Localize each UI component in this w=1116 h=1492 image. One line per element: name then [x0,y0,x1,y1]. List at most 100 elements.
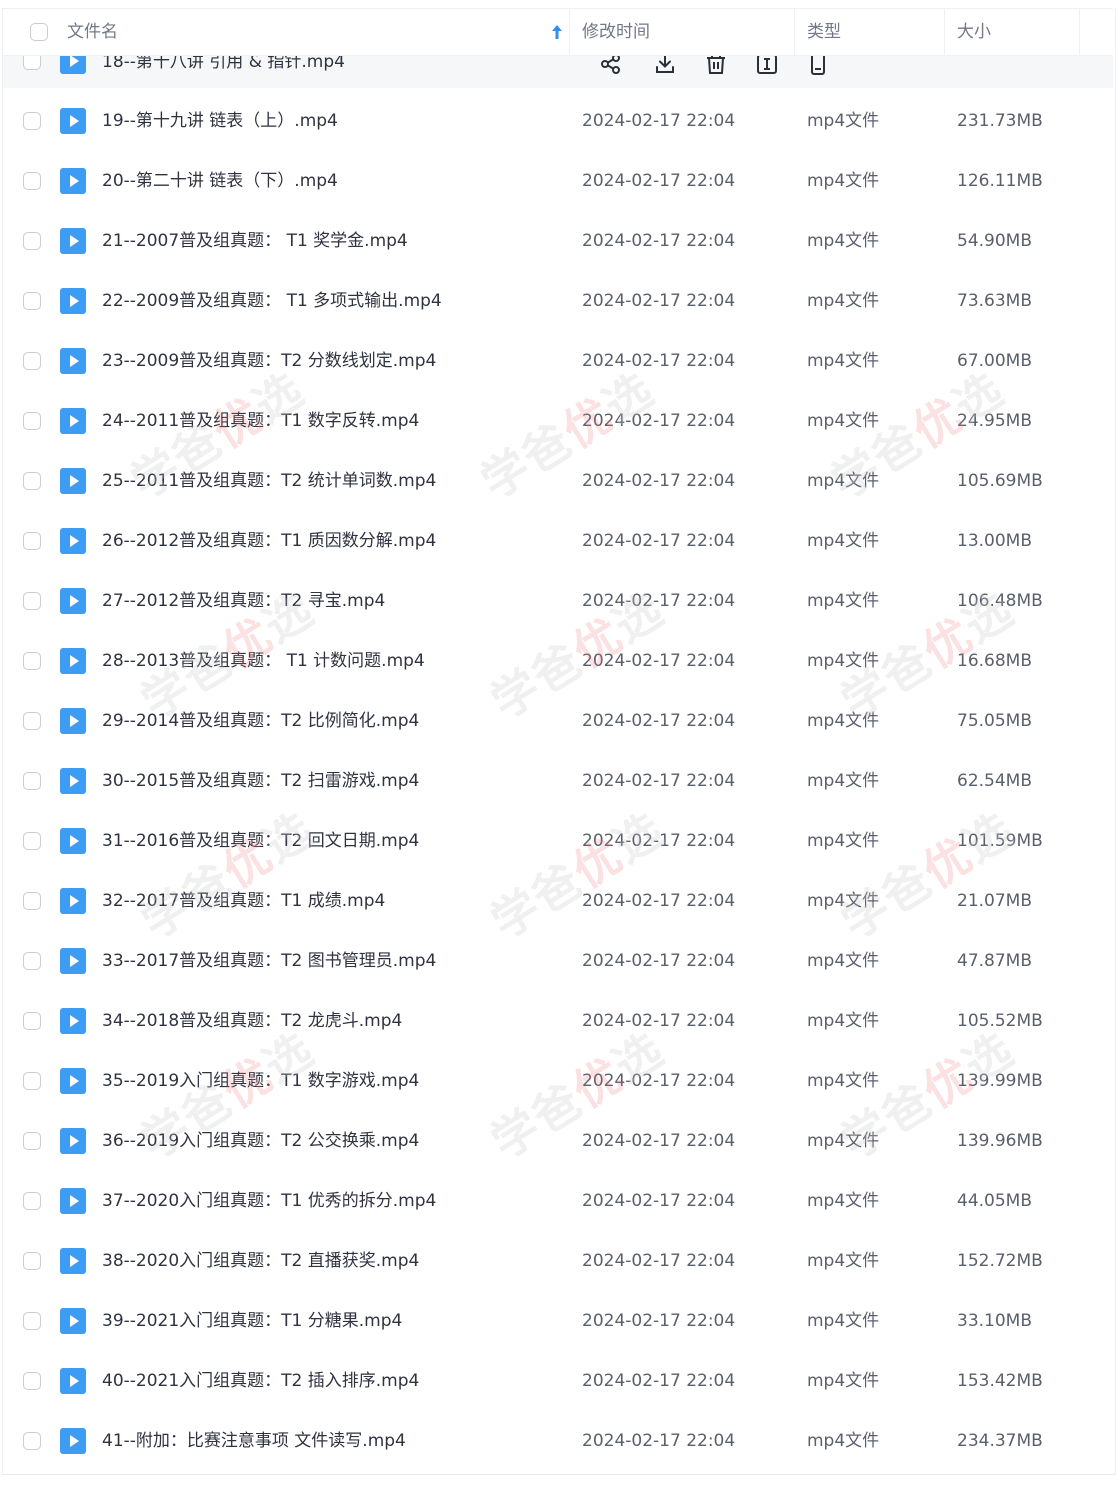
file-name[interactable]: 29--2014普及组真题：T2 比例简化.mp4 [102,691,419,751]
file-name[interactable]: 34--2018普及组真题：T2 龙虎斗.mp4 [102,991,402,1051]
column-divider[interactable] [1079,9,1080,55]
column-divider[interactable] [944,9,945,55]
file-name[interactable]: 36--2019入门组真题：T2 公交换乘.mp4 [102,1111,419,1171]
select-all-checkbox[interactable] [30,23,48,41]
table-row[interactable]: 25--2011普及组真题：T2 统计单词数.mp4 2024-02-17 22:… [3,451,1113,511]
table-row[interactable]: 38--2020入门组真题：T2 直播获奖.mp4 2024-02-17 22:0… [3,1231,1113,1291]
table-row[interactable]: 41--附加：比赛注意事项 文件读写.mp4 2024-02-17 22:04 mp… [3,1411,1113,1471]
file-size: 139.96MB [957,1131,1043,1151]
row-checkbox[interactable] [23,712,41,730]
column-header-time[interactable]: 修改时间 [582,9,650,55]
file-type: mp4文件 [807,831,880,851]
row-checkbox[interactable] [23,1312,41,1330]
file-name[interactable]: 25--2011普及组真题：T2 统计单词数.mp4 [102,451,436,511]
video-file-icon [60,288,86,314]
file-size: 73.63MB [957,291,1032,311]
row-checkbox[interactable] [23,832,41,850]
row-checkbox[interactable] [23,652,41,670]
table-row[interactable]: 27--2012普及组真题：T2 寻宝.mp4 2024-02-17 22:04 m… [3,571,1113,631]
table-row[interactable]: 19--第十九讲 链表（上）.mp4 2024-02-17 22:04 mp4文件 2… [3,91,1113,151]
video-file-icon [60,1368,86,1394]
modified-time: 2024-02-17 22:04 [582,1371,736,1391]
table-row[interactable]: 30--2015普及组真题：T2 扫雷游戏.mp4 2024-02-17 22:0… [3,751,1113,811]
row-checkbox[interactable] [23,1072,41,1090]
file-name[interactable]: 33--2017普及组真题：T2 图书管理员.mp4 [102,931,436,991]
table-row[interactable]: 34--2018普及组真题：T2 龙虎斗.mp4 2024-02-17 22:04… [3,991,1113,1051]
table-row[interactable]: 21--2007普及组真题： T1 奖学金.mp4 2024-02-17 22:0… [3,211,1113,271]
file-size: 126.11MB [957,171,1043,191]
row-checkbox[interactable] [23,232,41,250]
row-checkbox[interactable] [23,772,41,790]
row-checkbox[interactable] [23,532,41,550]
file-name[interactable]: 31--2016普及组真题：T2 回文日期.mp4 [102,811,419,871]
row-checkbox[interactable] [23,292,41,310]
table-row[interactable]: 35--2019入门组真题：T1 数字游戏.mp4 2024-02-17 22:0… [3,1051,1113,1111]
row-checkbox[interactable] [23,1132,41,1150]
row-checkbox[interactable] [23,1372,41,1390]
file-name[interactable]: 20--第二十讲 链表（下）.mp4 [102,151,338,211]
modified-time: 2024-02-17 22:04 [582,411,736,431]
column-header-size[interactable]: 大小 [957,9,991,55]
file-name[interactable]: 27--2012普及组真题：T2 寻宝.mp4 [102,571,385,631]
file-type: mp4文件 [807,111,880,131]
row-checkbox[interactable] [23,1192,41,1210]
file-name[interactable]: 23--2009普及组真题：T2 分数线划定.mp4 [102,331,436,391]
table-row[interactable]: 36--2019入门组真题：T2 公交换乘.mp4 2024-02-17 22:0… [3,1111,1113,1171]
table-row[interactable]: 31--2016普及组真题：T2 回文日期.mp4 2024-02-17 22:0… [3,811,1113,871]
file-name[interactable]: 41--附加：比赛注意事项 文件读写.mp4 [102,1411,406,1471]
file-size: 47.87MB [957,951,1032,971]
row-checkbox[interactable] [23,892,41,910]
row-checkbox[interactable] [23,1252,41,1270]
row-checkbox[interactable] [23,412,41,430]
row-checkbox[interactable] [23,952,41,970]
file-name[interactable]: 30--2015普及组真题：T2 扫雷游戏.mp4 [102,751,419,811]
file-name[interactable]: 26--2012普及组真题：T1 质因数分解.mp4 [102,511,436,571]
table-row[interactable]: 22--2009普及组真题： T1 多项式输出.mp4 2024-02-17 22… [3,271,1113,331]
table-row[interactable]: 32--2017普及组真题：T1 成绩.mp4 2024-02-17 22:04 m… [3,871,1113,931]
table-row[interactable]: 20--第二十讲 链表（下）.mp4 2024-02-17 22:04 mp4文件 1… [3,151,1113,211]
file-type: mp4文件 [807,171,880,191]
table-row[interactable]: 40--2021入门组真题：T2 插入排序.mp4 2024-02-17 22:0… [3,1351,1113,1411]
file-name[interactable]: 32--2017普及组真题：T1 成绩.mp4 [102,871,385,931]
column-divider[interactable] [794,9,795,55]
file-name[interactable]: 21--2007普及组真题： T1 奖学金.mp4 [102,211,408,271]
column-header-type[interactable]: 类型 [807,9,841,55]
column-divider[interactable] [569,9,570,55]
file-name[interactable]: 40--2021入门组真题：T2 插入排序.mp4 [102,1351,419,1411]
file-name[interactable]: 37--2020入门组真题：T1 优秀的拆分.mp4 [102,1171,436,1231]
modified-time: 2024-02-17 22:04 [582,291,736,311]
table-row[interactable]: 39--2021入门组真题：T1 分糖果.mp4 2024-02-17 22:04… [3,1291,1113,1351]
row-checkbox[interactable] [23,172,41,190]
row-checkbox[interactable] [23,1432,41,1450]
file-name[interactable]: 22--2009普及组真题： T1 多项式输出.mp4 [102,271,442,331]
table-row[interactable]: 24--2011普及组真题：T1 数字反转.mp4 2024-02-17 22:0… [3,391,1113,451]
table-row[interactable]: 29--2014普及组真题：T2 比例简化.mp4 2024-02-17 22:0… [3,691,1113,751]
file-name[interactable]: 39--2021入门组真题：T1 分糖果.mp4 [102,1291,402,1351]
file-name[interactable]: 19--第十九讲 链表（上）.mp4 [102,91,338,151]
sort-ascending-icon[interactable] [549,23,565,41]
file-name[interactable]: 38--2020入门组真题：T2 直播获奖.mp4 [102,1231,419,1291]
row-checkbox[interactable] [23,592,41,610]
row-checkbox[interactable] [23,1012,41,1030]
modified-time: 2024-02-17 22:04 [582,531,736,551]
file-size: 62.54MB [957,771,1032,791]
table-row[interactable]: 26--2012普及组真题：T1 质因数分解.mp4 2024-02-17 22:… [3,511,1113,571]
row-checkbox[interactable] [23,472,41,490]
column-header-name[interactable]: 文件名 [67,9,118,55]
modified-time: 2024-02-17 22:04 [582,1431,736,1451]
file-name[interactable]: 24--2011普及组真题：T1 数字反转.mp4 [102,391,419,451]
file-size: 231.73MB [957,111,1043,131]
row-checkbox[interactable] [23,112,41,130]
modified-time: 2024-02-17 22:04 [582,591,736,611]
modified-time: 2024-02-17 22:04 [582,171,736,191]
table-row[interactable]: 28--2013普及组真题： T1 计数问题.mp4 2024-02-17 22:… [3,631,1113,691]
row-checkbox[interactable] [23,352,41,370]
table-row[interactable]: 33--2017普及组真题：T2 图书管理员.mp4 2024-02-17 22:… [3,931,1113,991]
modified-time: 2024-02-17 22:04 [582,471,736,491]
file-size: 152.72MB [957,1251,1043,1271]
table-row[interactable]: 37--2020入门组真题：T1 优秀的拆分.mp4 2024-02-17 22:… [3,1171,1113,1231]
file-size: 13.00MB [957,531,1032,551]
table-row[interactable]: 23--2009普及组真题：T2 分数线划定.mp4 2024-02-17 22:… [3,331,1113,391]
file-name[interactable]: 28--2013普及组真题： T1 计数问题.mp4 [102,631,425,691]
file-name[interactable]: 35--2019入门组真题：T1 数字游戏.mp4 [102,1051,419,1111]
